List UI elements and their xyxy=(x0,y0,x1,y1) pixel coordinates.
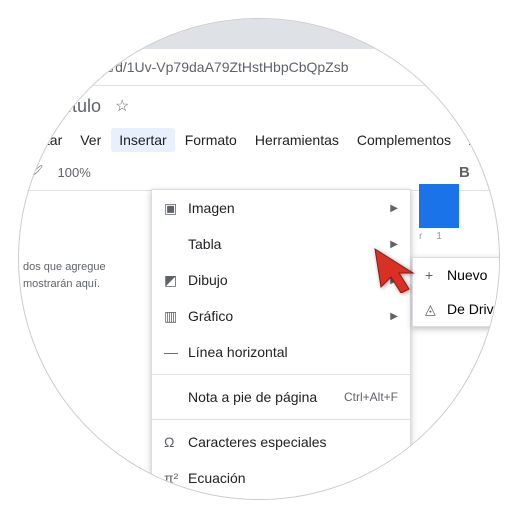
doc-title[interactable]: o sin título xyxy=(19,96,101,117)
address-bar[interactable]: ogle.com/document/d/1Uv-Vp79daA79ZtHstHb… xyxy=(18,49,500,86)
image-icon: ▣ xyxy=(164,200,188,217)
menu-equation[interactable]: π² Ecuación xyxy=(152,460,410,496)
menu-insert[interactable]: Insertar xyxy=(111,128,174,152)
menu-bar: ditar Ver Insertar Formato Herramientas … xyxy=(18,126,500,154)
star-icon[interactable]: ☆ xyxy=(115,96,129,116)
menu-hline[interactable]: — Línea horizontal xyxy=(152,334,410,370)
ruler: r1 xyxy=(419,231,442,242)
doc-header: o sin título ☆ xyxy=(18,86,500,126)
drawing-submenu: + Nuevo ◬ De Drive xyxy=(412,257,500,327)
menu-image[interactable]: ▣ Imagen ▶ xyxy=(152,190,410,226)
menu-special-chars[interactable]: Ω Caracteres especiales xyxy=(152,424,410,460)
menu-edit[interactable]: ditar xyxy=(27,128,70,152)
zoom-level[interactable]: 100% xyxy=(58,165,91,180)
separator xyxy=(152,419,410,420)
margin-marker[interactable] xyxy=(419,184,459,228)
bold-button[interactable]: B xyxy=(459,164,470,181)
outline-sidebar: dos que agregue mostrarán aquí. xyxy=(23,259,106,292)
paint-format-icon[interactable]: 🖌 xyxy=(27,164,44,180)
separator xyxy=(152,374,410,375)
submenu-from-drive[interactable]: ◬ De Drive xyxy=(413,292,500,326)
insert-dropdown: ▣ Imagen ▶ Tabla ▶ ◩ Dibujo ▶ ▥ Gráfico … xyxy=(151,189,411,500)
menu-addons[interactable]: Complementos xyxy=(349,128,459,152)
chevron-right-icon: ▶ xyxy=(390,203,398,214)
new-tab-button[interactable]: + xyxy=(59,18,87,43)
chart-icon: ▥ xyxy=(164,308,188,325)
hline-icon: — xyxy=(164,344,188,360)
menu-tools[interactable]: Herramientas xyxy=(247,128,347,152)
plus-icon: + xyxy=(425,267,447,283)
menu-help[interactable]: Ayuda xyxy=(461,128,500,152)
menu-chart[interactable]: ▥ Gráfico ▶ xyxy=(152,298,410,334)
url-text: ogle.com/document/d/1Uv-Vp79daA79ZtHstHb… xyxy=(18,59,349,75)
menu-footnote[interactable]: Nota a pie de página Ctrl+Alt+F xyxy=(152,379,410,415)
tab-strip: + xyxy=(18,18,500,49)
drawing-icon: ◩ xyxy=(164,272,188,289)
chevron-right-icon: ▶ xyxy=(390,311,398,322)
menu-view[interactable]: Ver xyxy=(72,128,109,152)
drive-icon: ◬ xyxy=(425,301,447,318)
red-arrow-annotation xyxy=(369,243,419,296)
omega-icon: Ω xyxy=(164,434,188,450)
menu-format[interactable]: Formato xyxy=(177,128,245,152)
italic-button[interactable]: I xyxy=(484,164,489,181)
submenu-new[interactable]: + Nuevo xyxy=(413,258,500,292)
pi-icon: π² xyxy=(164,470,188,486)
